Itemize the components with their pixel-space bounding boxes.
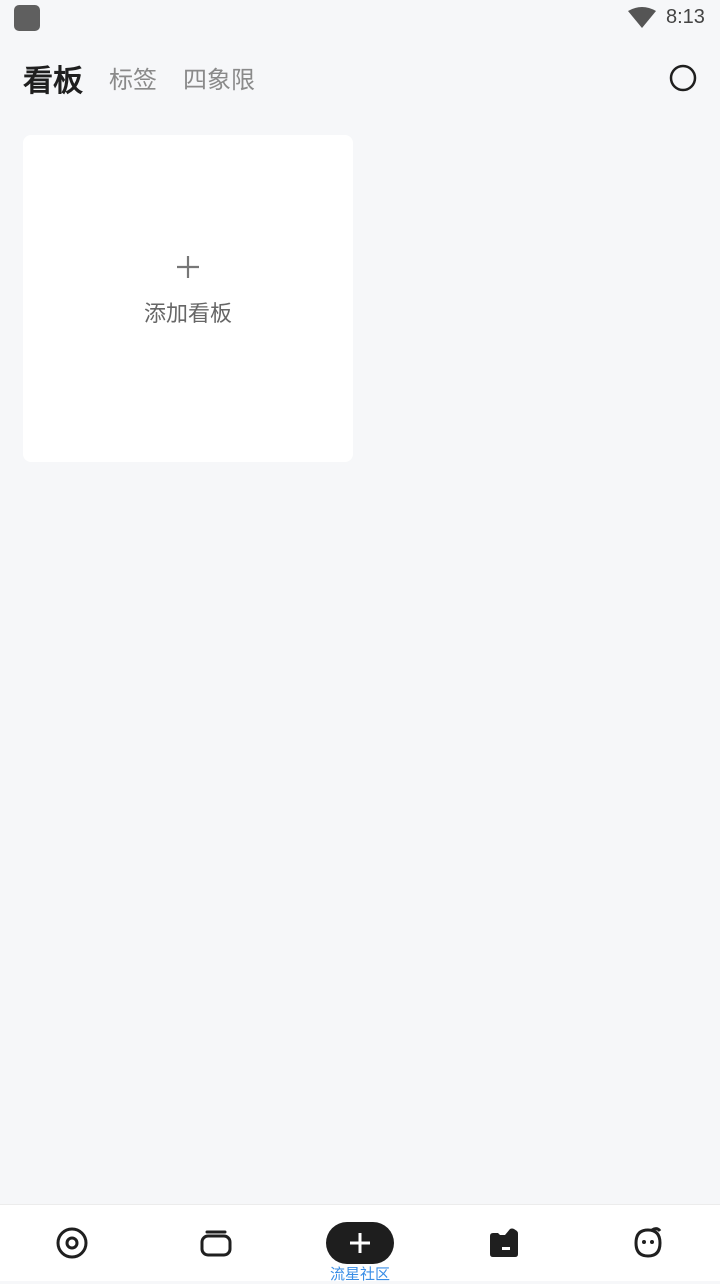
status-bar: 8:13: [0, 0, 720, 36]
add-plus-icon: [350, 1233, 370, 1253]
folder-icon: [490, 1228, 518, 1257]
tab-quadrant[interactable]: 四象限: [183, 60, 255, 95]
header-tabs: 看板 标签 四象限: [0, 52, 720, 104]
bottom-nav: 流星社区: [0, 1204, 720, 1284]
circle-icon[interactable]: [668, 63, 698, 93]
stack-cards-icon: [200, 1230, 232, 1257]
app-badge-icon: [14, 5, 40, 31]
status-time: 8:13: [666, 6, 705, 28]
tab-tags[interactable]: 标签: [109, 60, 157, 95]
focus-target-icon: [56, 1227, 88, 1259]
plus-icon: [177, 255, 199, 278]
wifi-icon: [628, 7, 656, 28]
add-fab-button[interactable]: [326, 1222, 394, 1264]
community-link[interactable]: 流星社区: [0, 1263, 720, 1284]
face-icon: [634, 1227, 662, 1258]
tab-board[interactable]: 看板: [23, 56, 83, 100]
add-board-card[interactable]: 添加看板: [23, 135, 353, 462]
add-board-label: 添加看板: [143, 301, 232, 327]
